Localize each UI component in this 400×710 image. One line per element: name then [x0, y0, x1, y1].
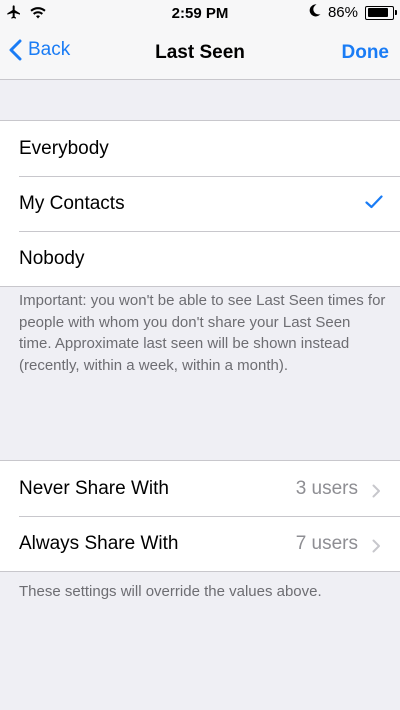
- option-my-contacts[interactable]: My Contacts: [0, 176, 400, 231]
- option-nobody[interactable]: Nobody: [0, 231, 400, 286]
- visibility-note: Important: you won't be able to see Last…: [19, 292, 386, 374]
- option-everybody[interactable]: Everybody: [0, 121, 400, 176]
- row-label: Never Share With: [19, 477, 169, 499]
- last-seen-screen: 2:59 PM 86% Back Last Seen Done Everybod…: [0, 0, 400, 710]
- row-value: 7 users: [295, 533, 358, 554]
- row-label: Always Share With: [19, 532, 179, 554]
- battery-icon: [365, 5, 397, 20]
- moon-icon: [309, 4, 321, 21]
- chevron-right-icon: [372, 482, 381, 504]
- option-label: Nobody: [19, 247, 85, 269]
- never-share-with-row[interactable]: Never Share With 3 users: [0, 461, 400, 516]
- navigation-bar: Back Last Seen Done: [0, 27, 400, 80]
- option-label: Everybody: [19, 137, 109, 159]
- row-value: 3 users: [295, 478, 358, 499]
- page-title: Last Seen: [155, 42, 245, 63]
- chevron-right-icon: [372, 537, 381, 559]
- exceptions-note: These settings will override the values …: [19, 583, 322, 600]
- option-label: My Contacts: [19, 192, 125, 214]
- exceptions-group: Never Share With 3 users Always Share Wi…: [0, 460, 400, 572]
- battery-percent: 86%: [327, 4, 358, 21]
- status-right-icons: 86%: [309, 4, 397, 21]
- always-share-with-row[interactable]: Always Share With 7 users: [0, 516, 400, 571]
- done-button[interactable]: Done: [342, 42, 390, 64]
- visibility-options-group: Everybody My Contacts Nobody: [0, 120, 400, 287]
- battery-fill: [367, 8, 389, 17]
- checkmark-icon: [365, 193, 383, 215]
- status-bar: 2:59 PM 86%: [0, 0, 400, 27]
